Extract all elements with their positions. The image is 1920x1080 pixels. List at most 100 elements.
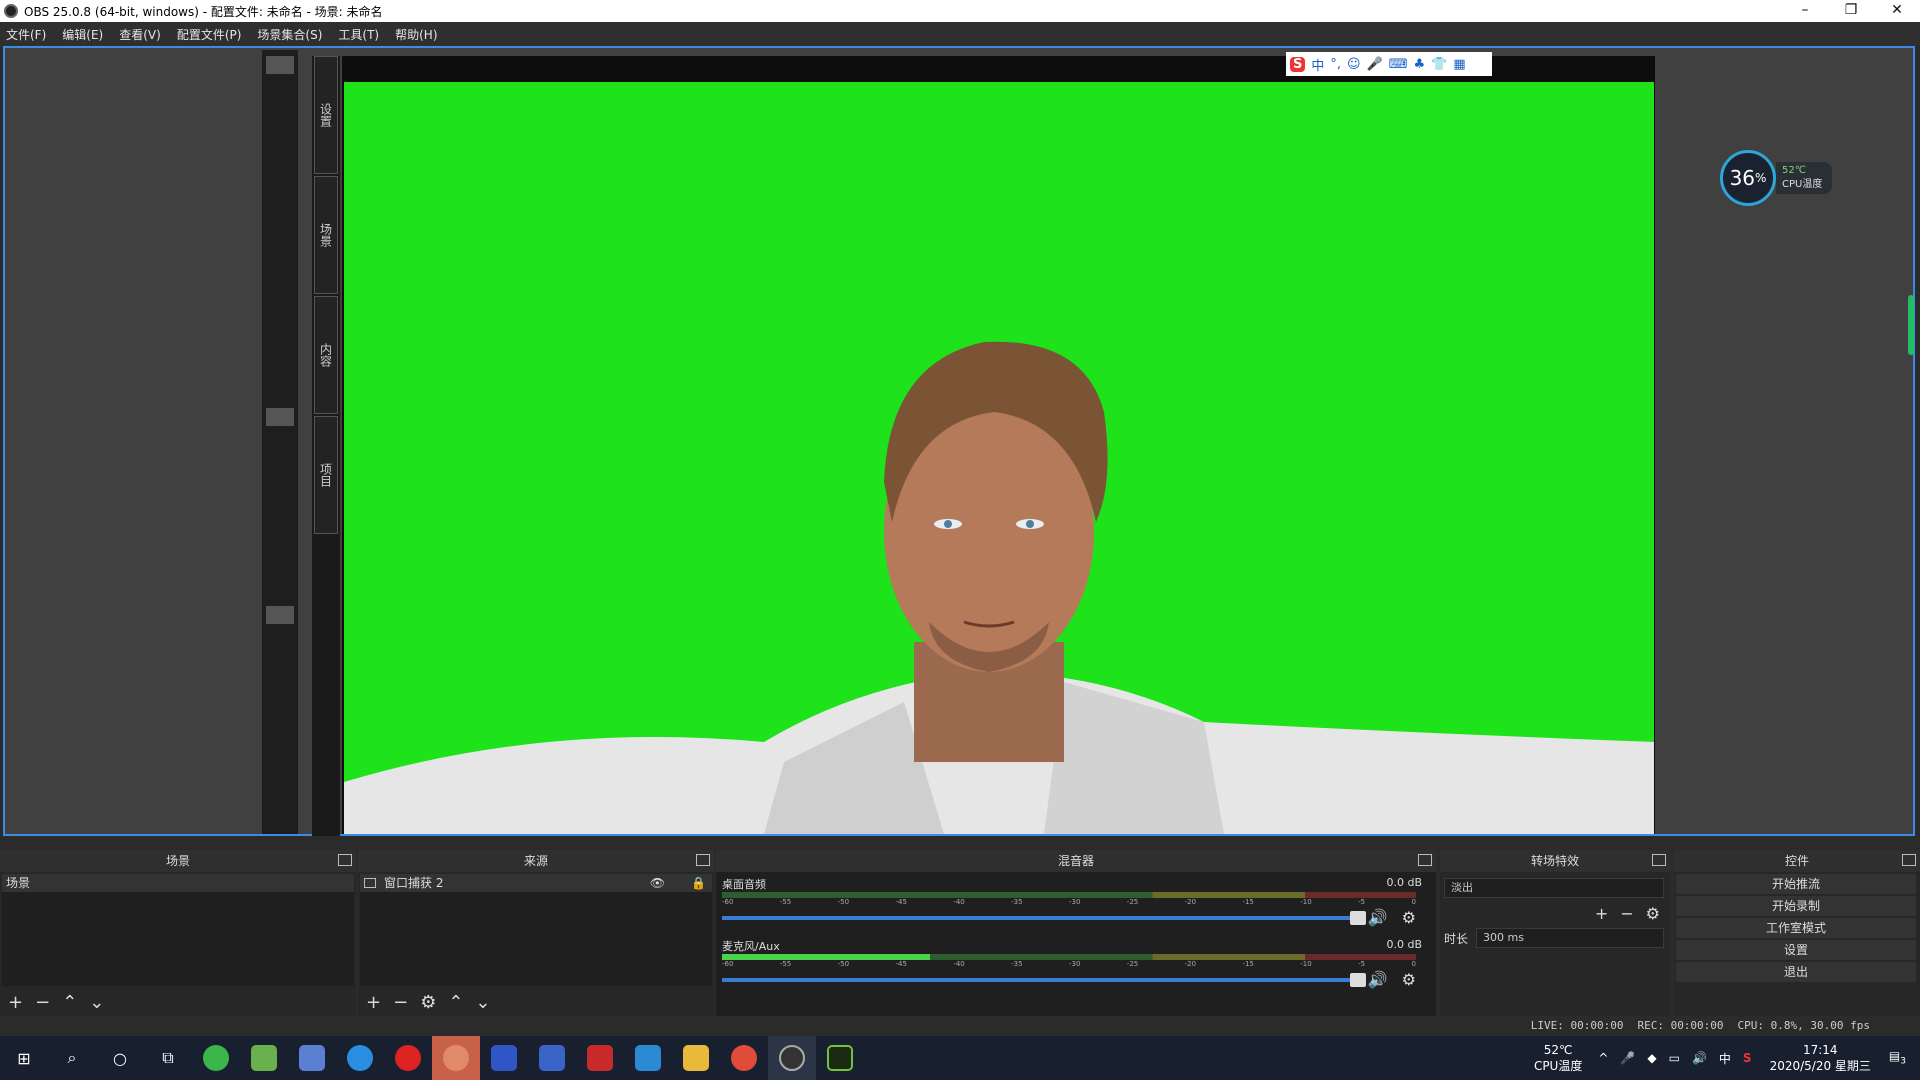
ime-voice-icon[interactable]: 🎤 [1367,57,1383,72]
dock-title: 控件 [1784,854,1809,868]
menu-help[interactable]: 帮助(H) [395,26,437,43]
search-icon[interactable]: ⌕ [48,1036,96,1080]
app-s-icon[interactable] [576,1036,624,1080]
cpu-status: CPU: 0.8%, 30.00 fps [1737,1019,1870,1032]
menu-profile[interactable]: 配置文件(P) [177,26,242,43]
gear-icon[interactable]: ⚙ [1646,904,1660,923]
app-tray-icon[interactable]: ◆ [1647,1051,1656,1065]
network-icon[interactable]: ▭ [1669,1051,1680,1065]
start-streaming-button[interactable]: 开始推流 [1676,874,1916,894]
menu-scene-collection[interactable]: 场景集合(S) [257,26,322,43]
gear-icon[interactable]: ⚙ [1402,908,1416,927]
scroll-indicator[interactable] [1908,295,1914,355]
app-green-icon[interactable] [192,1036,240,1080]
list-item[interactable]: 窗口捕获 2 👁 🔒 [360,874,712,892]
clock[interactable]: 17:14 2020/5/20 星期三 [1770,1042,1871,1074]
undock-icon[interactable] [696,854,710,866]
vtab-content[interactable]: 内容 [314,296,338,414]
undock-icon[interactable] [1652,854,1666,866]
sogou-tray-icon[interactable]: S [1743,1051,1752,1065]
ime-punct-icon[interactable]: °, [1330,57,1341,72]
remove-icon[interactable]: − [35,992,50,1013]
chevron-up-icon[interactable]: ^ [1598,1051,1608,1065]
menu-bar: 文件(F) 编辑(E) 查看(V) 配置文件(P) 场景集合(S) 工具(T) … [0,22,1920,46]
gear-icon[interactable]: ⚙ [1402,970,1416,989]
app-blue-icon[interactable] [624,1036,672,1080]
ime-tools-icon[interactable]: ♣ [1414,57,1426,72]
cpu-monitor-widget[interactable]: 36% 52℃ CPU温度 [1720,150,1834,206]
app-bird-icon[interactable] [336,1036,384,1080]
ime-skin-icon[interactable]: 👕 [1431,57,1447,72]
speaker-icon[interactable]: 🔊 [1368,970,1388,989]
transition-select[interactable]: 淡出 [1444,878,1664,898]
input-language[interactable]: 中 [1719,1050,1731,1067]
undock-icon[interactable] [1902,854,1916,866]
window-icon [364,878,376,888]
notification-icon[interactable]: ▤3 [1889,1049,1906,1066]
add-icon[interactable]: + [366,992,381,1013]
app-m1-icon[interactable] [480,1036,528,1080]
volume-icon[interactable]: 🔊 [1692,1051,1707,1065]
move-up-icon[interactable]: ⌃ [448,992,463,1013]
move-down-icon[interactable]: ⌄ [475,992,490,1013]
add-icon[interactable]: + [8,992,23,1013]
slider-handle[interactable] [1350,911,1366,925]
list-item[interactable]: 场景 [2,874,354,892]
cortana-icon[interactable]: ○ [96,1036,144,1080]
ime-keyboard-icon[interactable]: ⌨ [1389,57,1408,72]
close-button[interactable]: ✕ [1874,0,1920,22]
lock-icon[interactable]: 🔒 [691,874,706,892]
start-recording-button[interactable]: 开始录制 [1676,896,1916,916]
gear-icon[interactable]: ⚙ [420,992,436,1013]
microphone-icon[interactable]: 🎤 [1620,1051,1635,1065]
dock-title: 来源 [523,854,548,868]
menu-file[interactable]: 文件(F) [6,26,46,43]
obs-taskbar-icon[interactable] [768,1036,816,1080]
sogou-logo-icon[interactable]: S [1290,56,1306,72]
menu-tools[interactable]: 工具(T) [338,26,379,43]
visibility-eye-icon[interactable]: 👁 [650,874,665,892]
speaker-icon[interactable]: 🔊 [1368,908,1388,927]
mixer-channel: 麦克风/Aux 0.0 dB -60 -55 -50 -45 -40 -35 -30 -25 -… [722,938,1422,998]
app-m2-icon[interactable] [528,1036,576,1080]
add-icon[interactable]: + [1595,904,1608,923]
ime-menu-icon[interactable]: ▦ [1453,57,1465,72]
meter-tick-label: -35 [1011,960,1023,968]
character-portrait [344,341,1654,834]
vtab-scene[interactable]: 场景 [314,176,338,294]
ime-emoji-icon[interactable]: ☺ [1347,57,1361,72]
menu-edit[interactable]: 编辑(E) [62,26,103,43]
studio-mode-button[interactable]: 工作室模式 [1676,918,1916,938]
move-up-icon[interactable]: ⌃ [62,992,77,1013]
app-orange-icon[interactable] [432,1036,480,1080]
exit-button[interactable]: 退出 [1676,962,1916,982]
app-feather-icon[interactable] [288,1036,336,1080]
move-down-icon[interactable]: ⌄ [89,992,104,1013]
ime-lang-toggle[interactable]: 中 [1311,55,1324,74]
undock-icon[interactable] [338,854,352,866]
task-view-icon[interactable]: ⧉ [144,1036,192,1080]
volume-slider[interactable] [722,973,1366,987]
vtab-settings[interactable]: 设置 [314,56,338,174]
slider-handle[interactable] [1350,973,1366,987]
meter-tick-label: -25 [1126,960,1139,968]
undock-icon[interactable] [1418,854,1432,866]
menu-view[interactable]: 查看(V) [119,26,161,43]
windows-start-icon[interactable]: ⊞ [0,1036,48,1080]
remove-icon[interactable]: − [393,992,408,1013]
meter-tick-label: -50 [837,960,850,968]
app-record-icon[interactable] [384,1036,432,1080]
notification-count: 3 [1900,1056,1906,1067]
app-x-icon[interactable] [240,1036,288,1080]
vtab-project[interactable]: 项目 [314,416,338,534]
maximize-button[interactable]: ❐ [1828,0,1874,22]
chrome-icon[interactable] [720,1036,768,1080]
tray-cpu-temp[interactable]: 52℃ CPU温度 [1534,1042,1582,1074]
duration-field[interactable]: 300 ms [1476,928,1664,948]
remove-icon[interactable]: − [1620,904,1633,923]
volume-slider[interactable] [722,911,1366,925]
settings-button[interactable]: 设置 [1676,940,1916,960]
app-target-icon[interactable] [816,1036,864,1080]
file-explorer-icon[interactable] [672,1036,720,1080]
minimize-button[interactable]: – [1782,0,1828,22]
